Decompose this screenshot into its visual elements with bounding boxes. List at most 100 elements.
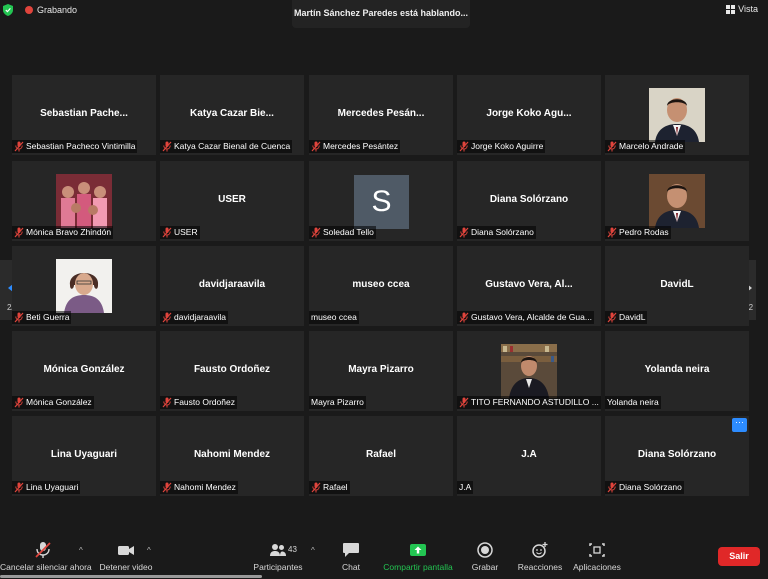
- shield-icon[interactable]: [3, 4, 13, 16]
- participant-display-name: museo ccea: [352, 279, 410, 290]
- participant-tile[interactable]: Katya Cazar Bie... Katya Cazar Bienal de …: [160, 75, 304, 155]
- exit-button[interactable]: Salir: [718, 547, 760, 566]
- view-button[interactable]: Vista: [726, 4, 758, 14]
- participant-display-name: Yolanda neira: [644, 364, 710, 375]
- participant-display-name: USER: [218, 194, 246, 205]
- participant-tile[interactable]: museo ccea museo ccea: [309, 246, 453, 326]
- participant-tile[interactable]: Marcelo Andrade: [605, 75, 749, 155]
- participant-tile[interactable]: davidjaraavila davidjaraavila: [160, 246, 304, 326]
- apps-button[interactable]: Aplicaciones: [572, 542, 622, 572]
- participant-tile[interactable]: USER USER: [160, 161, 304, 241]
- participant-tile[interactable]: Rafael Rafael: [309, 416, 453, 496]
- participant-tile[interactable]: Pedro Rodas: [605, 161, 749, 241]
- participant-tile[interactable]: Lina Uyaguari Lina Uyaguari: [12, 416, 156, 496]
- participant-tile[interactable]: Mónica Bravo Zhindón: [12, 161, 156, 241]
- participant-name: Katya Cazar Bienal de Cuenca: [174, 141, 291, 151]
- participants-button[interactable]: Participantes: [250, 542, 306, 572]
- microphone-muted-icon: [459, 227, 469, 238]
- participant-name-label: Mónica González: [12, 396, 94, 409]
- participant-tile[interactable]: Sebastian Pache... Sebastian Pacheco Vint…: [12, 75, 156, 155]
- participant-name-label: J.A: [457, 481, 474, 494]
- share-screen-button[interactable]: Compartir pantalla: [381, 542, 455, 572]
- participant-name-label: Pedro Rodas: [605, 226, 671, 239]
- participant-name-label: Nahomi Mendez: [160, 481, 238, 494]
- participant-video: [56, 259, 112, 313]
- participant-name-label: Beti Guerra: [12, 311, 72, 324]
- participant-name: J.A: [459, 482, 472, 492]
- participant-display-name: Diana Solórzano: [637, 449, 717, 460]
- participant-video: [649, 174, 705, 228]
- participant-tile[interactable]: Gustavo Vera, Al... Gustavo Vera, Alcalde…: [457, 246, 601, 326]
- recording-label[interactable]: Grabando: [37, 5, 77, 15]
- microphone-muted-icon: [14, 397, 24, 408]
- participant-tile[interactable]: Nahomi Mendez Nahomi Mendez: [160, 416, 304, 496]
- participant-name: Soledad Tello: [323, 227, 374, 237]
- participant-name-label: Gustavo Vera, Alcalde de Gua...: [457, 311, 594, 324]
- participant-tile[interactable]: Fausto Ordoñez Fausto Ordoñez: [160, 331, 304, 411]
- participant-tile[interactable]: Diana Solórzano Diana Solórzano ···: [605, 416, 749, 496]
- participant-tile[interactable]: Yolanda neira Yolanda neira: [605, 331, 749, 411]
- participant-tile[interactable]: TITO FERNANDO ASTUDILLO ...: [457, 331, 601, 411]
- participant-video: [501, 344, 557, 398]
- microphone-muted-icon: [162, 312, 172, 323]
- participant-name-label: Katya Cazar Bienal de Cuenca: [160, 140, 293, 153]
- microphone-muted-icon: [607, 482, 617, 493]
- chat-button[interactable]: Chat: [333, 542, 369, 572]
- active-speaker-banner: Martín Sánchez Paredes está hablando...: [292, 0, 470, 28]
- participant-name-label: Diana Solórzano: [605, 481, 684, 494]
- participant-tile[interactable]: S Soledad Tello: [309, 161, 453, 241]
- unmute-button[interactable]: Cancelar silenciar ahora: [0, 542, 92, 572]
- share-screen-icon: [410, 544, 426, 556]
- participant-video: [649, 88, 705, 142]
- participant-display-name: Mercedes Pesán...: [337, 108, 425, 119]
- reactions-icon: [532, 542, 548, 558]
- participant-tile[interactable]: Beti Guerra: [12, 246, 156, 326]
- participant-display-name: Mayra Pizarro: [348, 364, 414, 375]
- microphone-muted-icon: [311, 141, 321, 152]
- participants-label: Participantes: [253, 562, 303, 572]
- participant-tile[interactable]: DavidL DavidL: [605, 246, 749, 326]
- microphone-muted-icon: [459, 312, 469, 323]
- participant-name-label: Mónica Bravo Zhindón: [12, 226, 114, 239]
- chevron-up-icon[interactable]: ^: [147, 546, 151, 555]
- microphone-muted-icon: [14, 227, 24, 238]
- participant-display-name: Rafael: [365, 449, 396, 460]
- participant-name-label: DavidL: [605, 311, 648, 324]
- microphone-muted-icon: [459, 141, 469, 152]
- participant-name-label: Lina Uyaguari: [12, 481, 81, 494]
- participant-display-name: Fausto Ordoñez: [193, 364, 271, 375]
- participant-tile[interactable]: Mercedes Pesán... Mercedes Pesántez: [309, 75, 453, 155]
- participant-name: Rafael: [323, 482, 348, 492]
- record-icon: [477, 542, 493, 558]
- participant-display-name: Lina Uyaguari: [50, 449, 118, 460]
- participant-name: Mercedes Pesántez: [323, 141, 399, 151]
- participant-name: Sebastian Pacheco Vintimilla: [26, 141, 136, 151]
- microphone-muted-icon: [162, 397, 172, 408]
- participant-tile[interactable]: Jorge Koko Agu... Jorge Koko Aguirre: [457, 75, 601, 155]
- participant-name: Marcelo Andrade: [619, 141, 684, 151]
- participants-count: 43: [288, 545, 297, 554]
- more-options-button[interactable]: ···: [732, 418, 747, 432]
- chevron-up-icon[interactable]: ^: [79, 546, 83, 555]
- microphone-muted-icon: [459, 397, 469, 408]
- participant-tile[interactable]: J.A J.A: [457, 416, 601, 496]
- participant-tile[interactable]: Diana Solórzano Diana Solórzano: [457, 161, 601, 241]
- participant-name: Mayra Pizarro: [311, 397, 364, 407]
- participant-name: museo ccea: [311, 312, 357, 322]
- participant-name: Mónica González: [26, 397, 92, 407]
- reactions-label: Reacciones: [517, 562, 563, 572]
- reactions-button[interactable]: Reacciones: [517, 542, 563, 572]
- participant-display-name: Jorge Koko Agu...: [486, 108, 572, 119]
- participant-tile[interactable]: Mónica González Mónica González: [12, 331, 156, 411]
- chevron-up-icon[interactable]: ^: [311, 546, 315, 555]
- participant-name: Beti Guerra: [26, 312, 70, 322]
- microphone-muted-icon: [14, 312, 24, 323]
- record-button[interactable]: Grabar: [468, 542, 502, 572]
- participant-name: USER: [174, 227, 198, 237]
- microphone-muted-icon: [607, 227, 617, 238]
- participant-name-label: Jorge Koko Aguirre: [457, 140, 546, 153]
- horizontal-scrollbar[interactable]: [0, 575, 262, 578]
- unmute-label: Cancelar silenciar ahora: [0, 562, 92, 572]
- participant-tile[interactable]: Mayra Pizarro Mayra Pizarro: [309, 331, 453, 411]
- microphone-muted-icon: [14, 141, 24, 152]
